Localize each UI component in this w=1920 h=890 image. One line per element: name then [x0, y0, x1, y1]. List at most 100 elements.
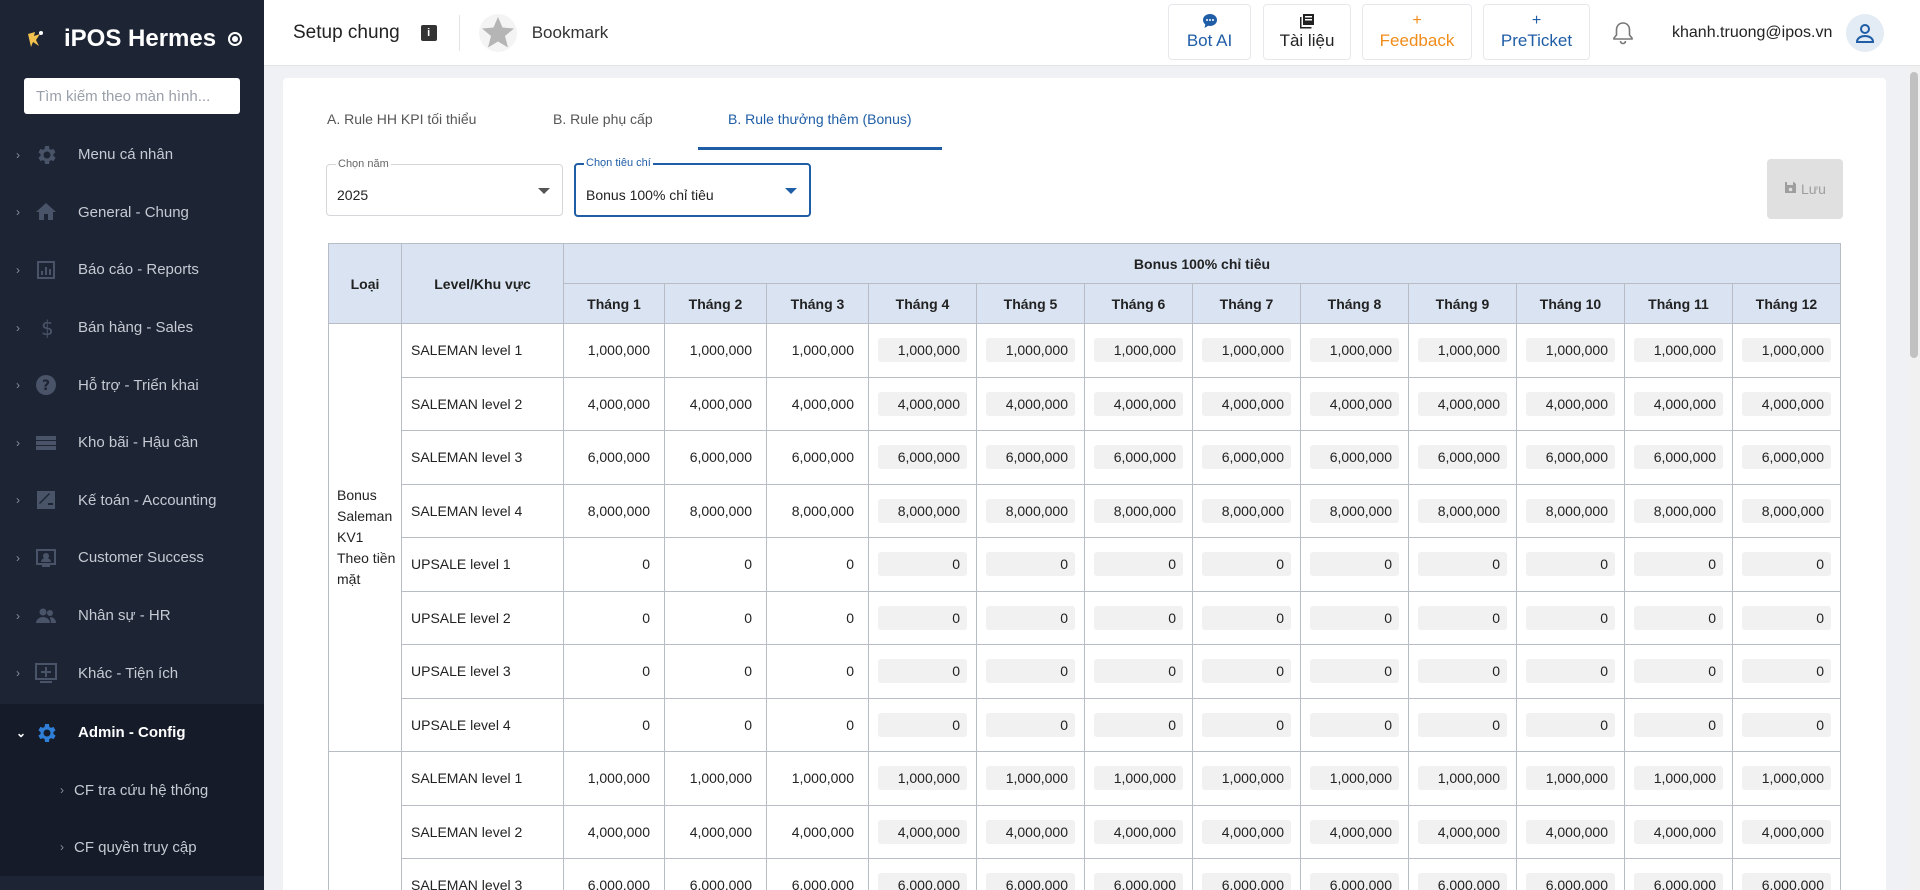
value-input[interactable]: 4,000,000 [1202, 819, 1291, 844]
value-input[interactable]: 6,000,000 [1418, 445, 1507, 470]
value-input[interactable]: 0 [1634, 552, 1723, 577]
sidebar-subitem-cf-quyen[interactable]: › CF quyền truy cập [0, 818, 264, 876]
value-input[interactable]: 0 [1202, 605, 1291, 630]
value-input[interactable]: 6,000,000 [1634, 445, 1723, 470]
value-input[interactable]: 0 [1742, 712, 1831, 737]
value-input[interactable]: 0 [878, 605, 967, 630]
sidebar-item-general[interactable]: › General - Chung [0, 184, 264, 242]
value-input[interactable]: 6,000,000 [1742, 445, 1831, 470]
value-input[interactable]: 6,000,000 [1310, 445, 1399, 470]
value-input[interactable]: 4,000,000 [1094, 819, 1183, 844]
value-input[interactable]: 1,000,000 [1310, 766, 1399, 791]
user-email[interactable]: khanh.truong@ipos.vn [1672, 24, 1832, 42]
scrollbar-thumb[interactable] [1910, 72, 1918, 358]
sidebar-subitem-cf-tra-cuu[interactable]: › CF tra cứu hệ thống [0, 761, 264, 819]
value-input[interactable]: 0 [1310, 605, 1399, 630]
value-input[interactable]: 1,000,000 [1202, 766, 1291, 791]
value-input[interactable]: 8,000,000 [986, 498, 1075, 523]
value-input[interactable]: 1,000,000 [1742, 338, 1831, 363]
value-input[interactable]: 4,000,000 [986, 819, 1075, 844]
value-input[interactable]: 8,000,000 [1634, 498, 1723, 523]
value-input[interactable]: 6,000,000 [1526, 445, 1615, 470]
value-input[interactable]: 1,000,000 [1634, 338, 1723, 363]
bookmark-label[interactable]: Bookmark [532, 23, 609, 43]
value-input[interactable]: 4,000,000 [1094, 391, 1183, 416]
value-input[interactable]: 0 [1742, 552, 1831, 577]
value-input[interactable]: 0 [1094, 712, 1183, 737]
star-icon[interactable] [478, 13, 518, 53]
vertical-scrollbar[interactable] [1908, 66, 1920, 890]
value-input[interactable]: 4,000,000 [1634, 819, 1723, 844]
value-input[interactable]: 1,000,000 [986, 338, 1075, 363]
feedback-button[interactable]: + Feedback [1362, 4, 1472, 60]
value-input[interactable]: 4,000,000 [1634, 391, 1723, 416]
value-input[interactable]: 6,000,000 [878, 873, 967, 890]
tab-rule-hh-kpi[interactable]: A. Rule HH KPI tối thiểu [327, 111, 476, 127]
value-input[interactable]: 1,000,000 [1526, 338, 1615, 363]
value-input[interactable]: 1,000,000 [1418, 338, 1507, 363]
value-input[interactable]: 8,000,000 [1742, 498, 1831, 523]
value-input[interactable]: 0 [1094, 605, 1183, 630]
value-input[interactable]: 0 [986, 712, 1075, 737]
sidebar-item-sales[interactable]: › $ Bán hàng - Sales [0, 299, 264, 357]
value-input[interactable]: 0 [1418, 552, 1507, 577]
value-input[interactable]: 6,000,000 [1634, 873, 1723, 890]
value-input[interactable]: 6,000,000 [878, 445, 967, 470]
value-input[interactable]: 4,000,000 [1742, 391, 1831, 416]
value-input[interactable]: 6,000,000 [1202, 873, 1291, 890]
sidebar-item-warehouse[interactable]: › Kho bãi - Hậu cần [0, 414, 264, 472]
value-input[interactable]: 8,000,000 [878, 498, 967, 523]
value-input[interactable]: 0 [1202, 552, 1291, 577]
user-avatar-icon[interactable] [1846, 14, 1884, 52]
value-input[interactable]: 6,000,000 [986, 873, 1075, 890]
sidebar-item-accounting[interactable]: › Kế toán - Accounting [0, 472, 264, 530]
value-input[interactable]: 0 [986, 605, 1075, 630]
value-input[interactable]: 1,000,000 [1742, 766, 1831, 791]
save-button[interactable]: Lưu [1767, 159, 1843, 219]
value-input[interactable]: 4,000,000 [878, 391, 967, 416]
value-input[interactable]: 0 [1418, 659, 1507, 684]
value-input[interactable]: 4,000,000 [1526, 819, 1615, 844]
value-input[interactable]: 6,000,000 [1094, 445, 1183, 470]
value-input[interactable]: 0 [1310, 552, 1399, 577]
tai-lieu-button[interactable]: Tài liệu [1263, 4, 1351, 60]
value-input[interactable]: 0 [986, 552, 1075, 577]
sidebar-search-input[interactable] [24, 78, 240, 114]
preticket-button[interactable]: + PreTicket [1483, 4, 1590, 60]
value-input[interactable]: 8,000,000 [1310, 498, 1399, 523]
value-input[interactable]: 1,000,000 [986, 766, 1075, 791]
criteria-select[interactable]: Chọn tiêu chí Bonus 100% chỉ tiêu [574, 157, 811, 217]
value-input[interactable]: 4,000,000 [1526, 391, 1615, 416]
tab-rule-bonus[interactable]: B. Rule thưởng thêm (Bonus) [728, 111, 912, 127]
value-input[interactable]: 0 [1094, 552, 1183, 577]
value-input[interactable]: 0 [1418, 712, 1507, 737]
value-input[interactable]: 4,000,000 [878, 819, 967, 844]
value-input[interactable]: 0 [1202, 659, 1291, 684]
value-input[interactable]: 0 [878, 712, 967, 737]
value-input[interactable]: 0 [1526, 712, 1615, 737]
value-input[interactable]: 1,000,000 [1094, 766, 1183, 791]
value-input[interactable]: 4,000,000 [1202, 391, 1291, 416]
value-input[interactable]: 0 [1202, 712, 1291, 737]
value-input[interactable]: 0 [1418, 605, 1507, 630]
value-input[interactable]: 6,000,000 [1526, 873, 1615, 890]
value-input[interactable]: 0 [1094, 659, 1183, 684]
value-input[interactable]: 6,000,000 [1310, 873, 1399, 890]
value-input[interactable]: 0 [1310, 712, 1399, 737]
value-input[interactable]: 4,000,000 [1310, 819, 1399, 844]
value-input[interactable]: 0 [1742, 659, 1831, 684]
value-input[interactable]: 6,000,000 [986, 445, 1075, 470]
value-input[interactable]: 8,000,000 [1094, 498, 1183, 523]
value-input[interactable]: 8,000,000 [1202, 498, 1291, 523]
value-input[interactable]: 0 [986, 659, 1075, 684]
value-input[interactable]: 1,000,000 [1634, 766, 1723, 791]
value-input[interactable]: 6,000,000 [1742, 873, 1831, 890]
value-input[interactable]: 0 [1526, 659, 1615, 684]
tab-rule-phu-cap[interactable]: B. Rule phụ cấp [553, 111, 653, 127]
value-input[interactable]: 1,000,000 [878, 766, 967, 791]
value-input[interactable]: 1,000,000 [1202, 338, 1291, 363]
value-input[interactable]: 0 [1526, 552, 1615, 577]
value-input[interactable]: 0 [878, 552, 967, 577]
value-input[interactable]: 1,000,000 [878, 338, 967, 363]
value-input[interactable]: 1,000,000 [1094, 338, 1183, 363]
